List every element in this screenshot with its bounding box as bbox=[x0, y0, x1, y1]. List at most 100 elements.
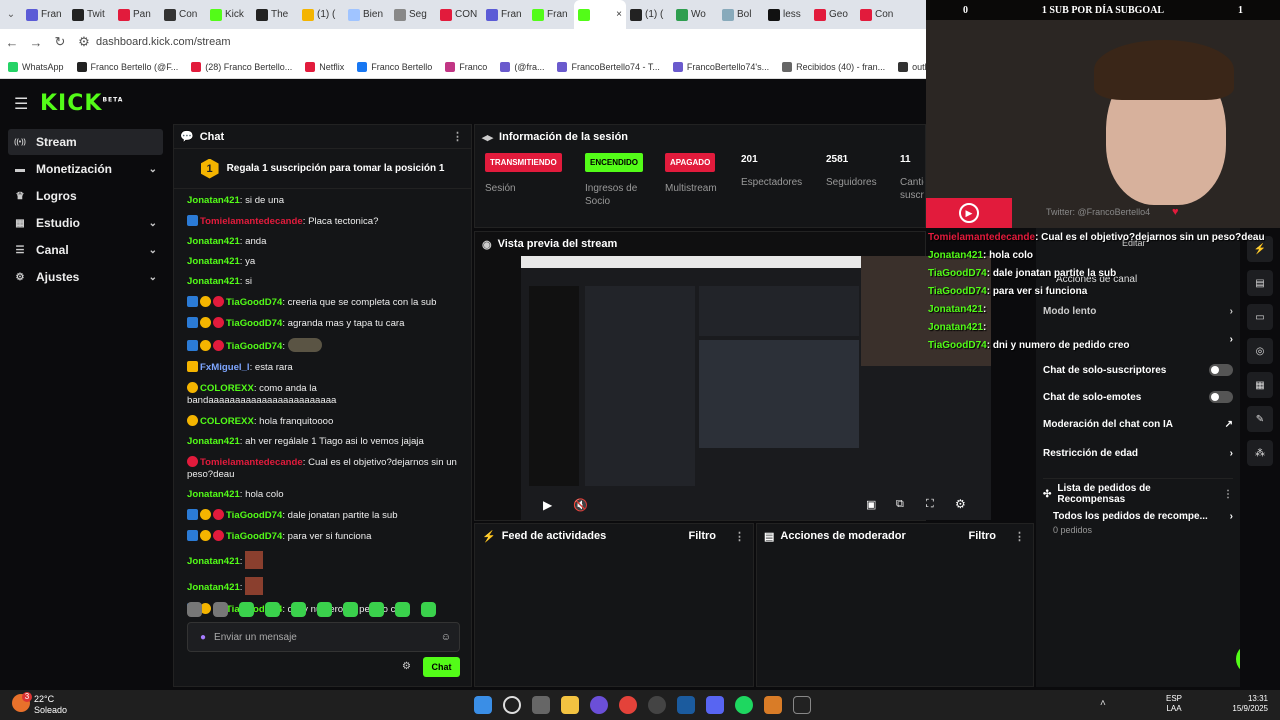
site-info-icon[interactable]: ⚙ bbox=[72, 34, 96, 50]
tab-search-icon[interactable]: ⌄ bbox=[0, 9, 22, 20]
file-explorer-icon[interactable] bbox=[560, 696, 579, 714]
chat-username[interactable]: Jonatan421 bbox=[187, 195, 240, 206]
chat-username[interactable]: Jonatan421 bbox=[187, 276, 240, 287]
emotes-only-toggle[interactable] bbox=[1209, 391, 1233, 403]
steam-icon[interactable] bbox=[676, 696, 695, 714]
chat-username[interactable]: COLOREXX bbox=[200, 383, 254, 394]
nodes-icon[interactable]: ⁂ bbox=[1247, 440, 1273, 466]
bookmark[interactable]: (@fra... bbox=[500, 61, 544, 72]
wrench-icon[interactable]: ✎ bbox=[1247, 406, 1273, 432]
bookmark[interactable]: Franco bbox=[445, 61, 487, 72]
bookmark[interactable]: WhatsApp bbox=[8, 61, 64, 72]
rewards-all-row[interactable]: Todos los pedidos de recompe... › bbox=[1053, 511, 1233, 522]
chat-message[interactable]: Tomielamantedecande: Cual es el objetivo… bbox=[187, 456, 458, 481]
chat-username[interactable]: Jonatan421 bbox=[187, 236, 240, 247]
bookmark[interactable]: FrancoBertello74 - T... bbox=[557, 61, 660, 72]
sidebar-item-ajustes[interactable]: ⚙ Ajustes ⌄ bbox=[8, 264, 163, 290]
discord-icon[interactable] bbox=[705, 696, 724, 714]
emote-picker-icon[interactable] bbox=[395, 602, 410, 617]
mute-icon[interactable]: 🔇 bbox=[573, 498, 588, 512]
start-icon[interactable] bbox=[473, 696, 492, 714]
browser-tab[interactable]: Fran bbox=[482, 0, 528, 29]
subs-only-toggle[interactable] bbox=[1209, 364, 1233, 376]
browser-tab[interactable]: The bbox=[252, 0, 298, 29]
sidebar-item-logros[interactable]: ♛ Logros bbox=[8, 183, 163, 209]
emote-picker-icon[interactable] bbox=[265, 602, 280, 617]
sidebar-item-monetizacin[interactable]: ▬ Monetización ⌄ bbox=[8, 156, 163, 182]
chat-message[interactable]: Jonatan421: si de una bbox=[187, 195, 458, 207]
chat-message[interactable]: TiaGoodD74: bbox=[187, 338, 458, 353]
task-view-icon[interactable] bbox=[531, 696, 550, 714]
mic-icon[interactable]: ● bbox=[200, 632, 206, 643]
browser-tab[interactable]: Con bbox=[160, 0, 206, 29]
chat-send-button[interactable]: Chat bbox=[423, 657, 460, 677]
clock[interactable]: 13:31 15/9/2025 bbox=[1228, 694, 1268, 714]
bookmark[interactable]: Recibidos (40) - fran... bbox=[782, 61, 885, 72]
chat-username[interactable]: Jonatan421 bbox=[187, 489, 240, 500]
epic-games-icon[interactable] bbox=[792, 696, 811, 714]
emote-picker-icon[interactable] bbox=[187, 602, 202, 617]
kebab-menu-icon[interactable]: ⋮ bbox=[1223, 489, 1233, 500]
browser-tab[interactable]: Seg bbox=[390, 0, 436, 29]
chat-username[interactable]: Jonatan421 bbox=[187, 256, 240, 267]
stream-preview-video[interactable]: ▶ 🔇 ▣ ⧉ ⛶ ⚙ bbox=[521, 256, 991, 520]
url-text[interactable]: dashboard.kick.com/stream bbox=[96, 36, 231, 48]
browser-tab[interactable]: less bbox=[764, 0, 810, 29]
browser-tab[interactable]: Wo bbox=[672, 0, 718, 29]
browser-tab[interactable]: Bol bbox=[718, 0, 764, 29]
bookmark[interactable]: outlook bbox=[898, 61, 926, 72]
emote-picker-icon[interactable] bbox=[213, 602, 228, 617]
chat-message[interactable]: TiaGoodD74: dale jonatan partite la sub bbox=[187, 509, 458, 522]
ai-mod-row[interactable]: Moderación del chat con IA ↗ bbox=[1043, 419, 1233, 430]
chat-message[interactable]: Jonatan421: ah ver regálale 1 Tiago asi … bbox=[187, 436, 458, 448]
obs-icon[interactable] bbox=[647, 696, 666, 714]
chat-message[interactable]: Jonatan421: bbox=[187, 577, 458, 595]
layout-icon[interactable]: ▦ bbox=[1247, 372, 1273, 398]
emote-picker-icon[interactable] bbox=[291, 602, 306, 617]
chat-message[interactable]: Jonatan421: ya bbox=[187, 256, 458, 268]
bookmark[interactable]: Franco Bertello bbox=[357, 61, 432, 72]
browser-tab[interactable]: Bien bbox=[344, 0, 390, 29]
pip-icon[interactable]: ⧉ bbox=[896, 498, 904, 511]
chrome-icon[interactable] bbox=[618, 696, 637, 714]
chat-username[interactable]: Jonatan421 bbox=[187, 556, 240, 567]
browser-tab[interactable]: Geo bbox=[810, 0, 856, 29]
close-tab-icon[interactable]: × bbox=[616, 9, 622, 20]
sidebar-item-stream[interactable]: ((•)) Stream bbox=[8, 129, 163, 155]
emote-picker-icon[interactable] bbox=[317, 602, 332, 617]
browser-tab[interactable]: × bbox=[574, 0, 626, 29]
chat-message[interactable]: Jonatan421: hola colo bbox=[187, 489, 458, 501]
chat-message[interactable]: TiaGoodD74: creeria que se completa con … bbox=[187, 296, 458, 309]
chat-username[interactable]: TiaGoodD74 bbox=[226, 297, 282, 308]
chat-message[interactable]: COLOREXX: hola franquitoooo bbox=[187, 415, 458, 428]
chat-message[interactable]: Jonatan421: anda bbox=[187, 236, 458, 248]
play-icon[interactable]: ▶ bbox=[543, 498, 552, 512]
browser-tab[interactable]: Fran bbox=[528, 0, 574, 29]
chat-username[interactable]: Jonatan421 bbox=[187, 582, 240, 593]
fullscreen-icon[interactable]: ⛶ bbox=[926, 498, 934, 511]
app-icon[interactable] bbox=[763, 696, 782, 714]
browser-tab[interactable]: (1) ( bbox=[626, 0, 672, 29]
menu-icon[interactable]: ☰ bbox=[14, 94, 28, 114]
theater-icon[interactable]: ▣ bbox=[866, 498, 876, 511]
browser-tab[interactable]: (1) ( bbox=[298, 0, 344, 29]
settings-gear-icon[interactable]: ⚙ bbox=[955, 497, 966, 511]
chat-message[interactable]: TiaGoodD74: para ver si funciona bbox=[187, 530, 458, 543]
language-indicator[interactable]: ESP LAA bbox=[1166, 694, 1182, 714]
bookmark[interactable]: FrancoBertello74's... bbox=[672, 61, 769, 72]
filter-button[interactable]: Filtro bbox=[969, 530, 997, 542]
weather-text[interactable]: 22°C Soleado bbox=[34, 694, 67, 716]
chat-message[interactable]: TiaGoodD74: agranda mas y tapa tu cara bbox=[187, 317, 458, 330]
chat-username[interactable]: Jonatan421 bbox=[187, 436, 240, 447]
chat-message[interactable]: Tomielamantedecande: Placa tectonica? bbox=[187, 215, 458, 228]
browser-tab[interactable]: Twit bbox=[68, 0, 114, 29]
emote-picker-icon[interactable] bbox=[369, 602, 384, 617]
kick-logo[interactable]: KICKBETA bbox=[40, 91, 123, 116]
emote-picker-icon[interactable] bbox=[421, 602, 436, 617]
bookmark[interactable]: (28) Franco Bertello... bbox=[191, 61, 292, 72]
chat-message[interactable]: COLOREXX: como anda la bandaaaaaaaaaaaaa… bbox=[187, 382, 458, 407]
chat-username[interactable]: TiaGoodD74 bbox=[226, 341, 282, 352]
kebab-menu-icon[interactable]: ⋮ bbox=[734, 530, 745, 543]
chat-username[interactable]: TiaGoodD74 bbox=[226, 510, 282, 521]
chat-message[interactable]: FxMiguel_l: esta rara bbox=[187, 361, 458, 374]
